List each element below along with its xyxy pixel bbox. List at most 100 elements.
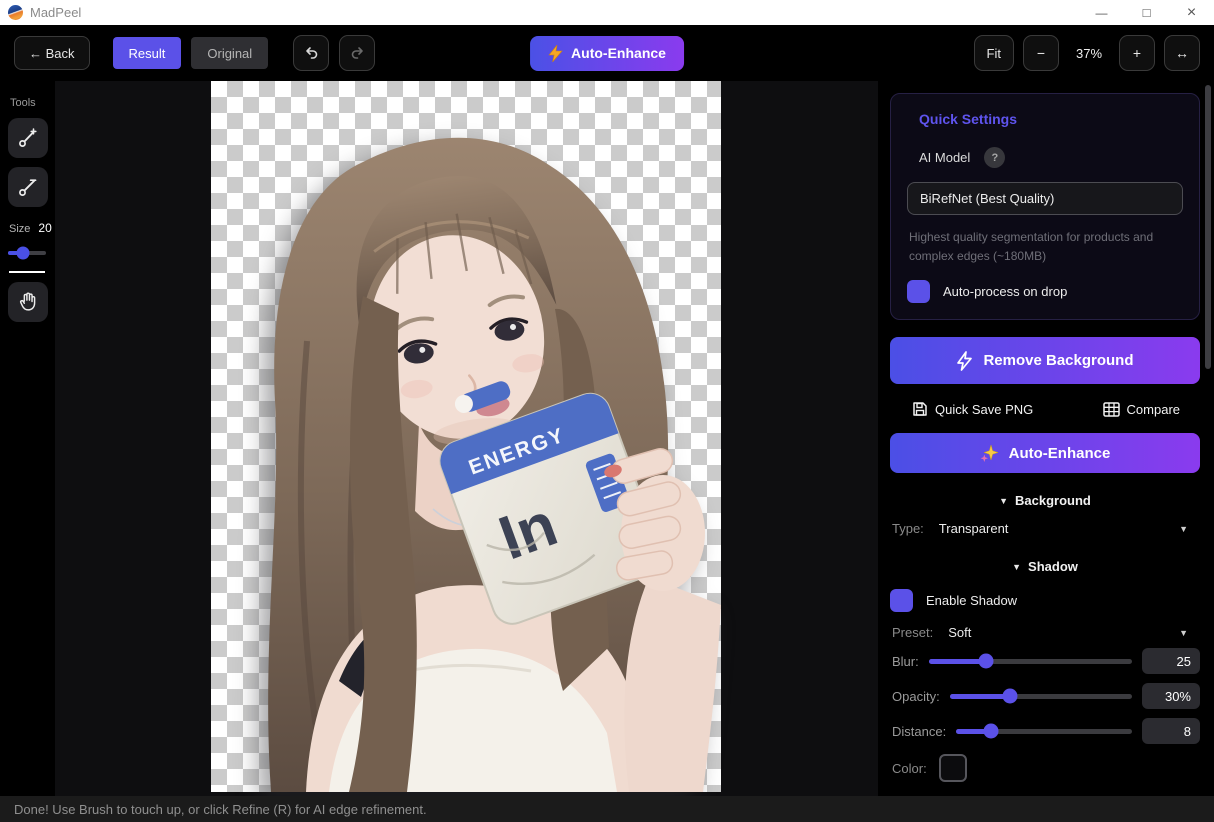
canvas-area[interactable]: ENERGY In	[55, 81, 878, 796]
zoom-in-button[interactable]: +	[1119, 35, 1155, 71]
tools-divider	[9, 271, 45, 273]
blur-label: Blur:	[892, 653, 919, 669]
type-value[interactable]: Transparent	[939, 521, 1009, 536]
blur-slider-fill	[928, 658, 986, 664]
shadow-color-swatch[interactable]	[938, 754, 967, 783]
brush-size-slider[interactable]	[8, 246, 46, 260]
enable-shadow-row[interactable]: Enable Shadow	[890, 589, 1200, 613]
auto-enhance-toolbar-button[interactable]: Auto-Enhance	[530, 35, 684, 71]
lightning-icon	[548, 44, 563, 62]
opacity-slider[interactable]	[949, 688, 1132, 704]
tab-result[interactable]: Result	[112, 37, 182, 69]
save-icon	[913, 402, 927, 416]
zoom-controls: Fit − 37% + ↔	[973, 35, 1200, 71]
shadow-color-row: Color:	[890, 754, 1200, 783]
enable-shadow-label: Enable Shadow	[926, 593, 1018, 609]
preset-label: Preset:	[892, 625, 934, 641]
distance-slider-thumb[interactable]	[983, 723, 999, 739]
blur-slider-row: Blur: 25	[890, 647, 1200, 675]
tab-original[interactable]: Original	[191, 37, 269, 69]
auto-enhance-toolbar-label: Auto-Enhance	[571, 45, 666, 61]
collapse-icon: ▼	[1012, 561, 1022, 572]
ai-model-select[interactable]: BiRefNet (Best Quality)	[907, 182, 1183, 215]
fit-width-button[interactable]: ↔	[1164, 35, 1200, 71]
remove-background-label: Remove Background	[983, 352, 1134, 370]
opacity-value[interactable]: 30%	[1142, 683, 1200, 710]
shadow-preset-row: Preset: Soft ▼	[890, 625, 1200, 640]
quick-settings-card: Quick Settings AI Model ? BiRefNet (Best…	[890, 93, 1200, 321]
toolbar: ← Back Result Original Auto-Enhance Fit …	[0, 25, 1214, 81]
size-value: 20	[38, 221, 52, 235]
compare-button[interactable]: Compare	[1102, 401, 1180, 417]
status-bar: Done! Use Brush to touch up, or click Re…	[0, 796, 1214, 822]
size-label: Size	[9, 223, 31, 235]
shadow-section-title: Shadow	[1028, 559, 1078, 575]
opacity-slider-fill	[949, 693, 1010, 699]
background-section-title: Background	[1015, 493, 1091, 509]
help-icon[interactable]: ?	[984, 147, 1006, 168]
main-area: Tools Size 20 ENERGY In Quick Settings A…	[0, 81, 1214, 796]
quick-save-png-label: Quick Save PNG	[935, 401, 1034, 417]
auto-process-checkbox[interactable]	[907, 280, 930, 304]
background-section-header[interactable]: ▼ Background	[890, 493, 1200, 508]
window-controls: — □ ×	[1079, 0, 1214, 25]
chevron-down-icon[interactable]: ▼	[1179, 524, 1188, 534]
shadow-section-header[interactable]: ▼ Shadow	[890, 559, 1200, 574]
brush-size-row: Size 20	[9, 221, 55, 235]
remove-background-button[interactable]: Remove Background	[890, 337, 1200, 385]
distance-slider[interactable]	[956, 723, 1132, 739]
undo-button[interactable]	[293, 35, 330, 71]
preset-value[interactable]: Soft	[948, 625, 971, 640]
redo-button[interactable]	[339, 35, 376, 71]
compare-label: Compare	[1126, 401, 1180, 417]
panel-scrollbar[interactable]	[1205, 85, 1211, 369]
color-label: Color:	[892, 760, 927, 776]
settings-panel: Quick Settings AI Model ? BiRefNet (Best…	[878, 81, 1214, 796]
blur-value[interactable]: 25	[1142, 648, 1200, 675]
restore-brush-icon	[18, 128, 37, 147]
view-tabs: Result Original	[112, 37, 269, 69]
ai-model-label: AI Model	[919, 150, 971, 165]
close-button[interactable]: ×	[1169, 0, 1214, 25]
hand-icon	[19, 292, 35, 311]
quick-save-png-button[interactable]: Quick Save PNG	[912, 401, 1033, 417]
transparent-checkerboard[interactable]: ENERGY In	[211, 81, 721, 792]
restore-brush-button[interactable]	[7, 118, 48, 158]
quick-settings-title: Quick Settings	[919, 111, 1018, 127]
history-buttons	[293, 35, 376, 71]
collapse-icon: ▼	[999, 495, 1009, 506]
sparkles-icon	[980, 443, 999, 462]
opacity-label: Opacity:	[892, 688, 940, 704]
redo-icon	[351, 46, 363, 59]
ai-model-row: AI Model ?	[919, 147, 1183, 168]
app-title: MadPeel	[30, 5, 82, 20]
secondary-actions-row: Quick Save PNG Compare	[890, 401, 1200, 417]
fit-button[interactable]: Fit	[973, 35, 1014, 71]
compare-grid-icon	[1102, 401, 1120, 417]
ai-model-description: Highest quality segmentation for product…	[909, 230, 1154, 263]
maximize-button[interactable]: □	[1124, 0, 1169, 25]
blur-slider[interactable]	[928, 653, 1132, 669]
distance-label: Distance:	[892, 723, 947, 739]
pan-tool-button[interactable]	[7, 282, 48, 322]
zoom-out-button[interactable]: −	[1023, 35, 1059, 71]
background-type-row: Type: Transparent ▼	[890, 521, 1200, 536]
auto-enhance-label: Auto-Enhance	[1008, 444, 1111, 462]
opacity-slider-row: Opacity: 30%	[890, 682, 1200, 710]
minimize-button[interactable]: —	[1079, 0, 1124, 25]
distance-value[interactable]: 8	[1142, 718, 1200, 745]
result-image: ENERGY In	[268, 137, 721, 792]
type-label: Type:	[892, 521, 924, 537]
blur-slider-thumb[interactable]	[978, 653, 994, 669]
tools-title: Tools	[10, 97, 36, 109]
auto-process-row[interactable]: Auto-process on drop	[907, 280, 1183, 304]
enable-shadow-checkbox[interactable]	[890, 589, 913, 613]
brush-size-slider-thumb[interactable]	[16, 246, 30, 260]
erase-brush-button[interactable]	[7, 167, 48, 207]
opacity-slider-thumb[interactable]	[1002, 688, 1018, 704]
auto-process-label: Auto-process on drop	[943, 284, 1068, 300]
title-bar: MadPeel — □ ×	[0, 0, 1214, 25]
chevron-down-icon[interactable]: ▼	[1179, 628, 1188, 638]
back-button[interactable]: ← Back	[14, 36, 90, 70]
auto-enhance-button[interactable]: Auto-Enhance	[890, 433, 1200, 474]
